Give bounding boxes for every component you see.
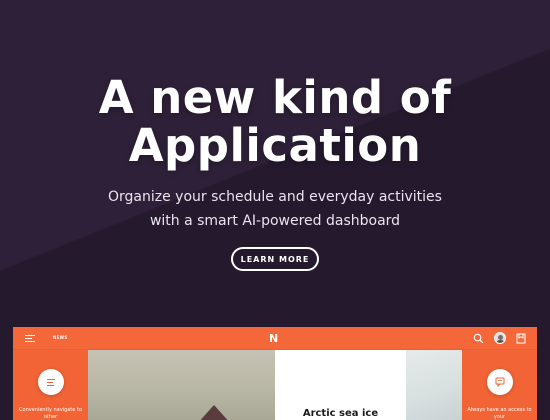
app-preview: NEWS N Conveniently navigate to other Ar…	[13, 327, 537, 420]
chat-button[interactable]	[487, 369, 513, 395]
hero-title-line1: A new kind of	[98, 71, 452, 124]
left-panel: Conveniently navigate to other	[13, 350, 88, 420]
article-card[interactable]: Arctic sea ice	[275, 350, 406, 420]
left-panel-text: Conveniently navigate to other	[19, 407, 82, 420]
list-button[interactable]	[38, 369, 64, 395]
hero-title-line2: Application	[128, 119, 422, 172]
right-panel: Always have an access to your	[462, 350, 537, 420]
article-card-title: Arctic sea ice	[302, 408, 379, 419]
hero-title: A new kind of Application	[0, 74, 550, 170]
bookmark-icon[interactable]	[516, 333, 526, 344]
right-panel-text: Always have an access to your	[467, 407, 532, 420]
avatar[interactable]	[494, 332, 506, 344]
menu-icon[interactable]	[25, 335, 35, 343]
ice-photo-card[interactable]	[406, 350, 462, 420]
mountain-photo-card[interactable]	[88, 350, 275, 420]
search-icon[interactable]	[473, 333, 484, 344]
hero-subtitle: Organize your schedule and everyday acti…	[108, 189, 442, 229]
chat-icon	[495, 377, 505, 387]
list-icon	[47, 378, 55, 386]
mountain-peak-image	[196, 405, 232, 420]
app-logo: N	[269, 332, 279, 345]
nav-news-label[interactable]: NEWS	[53, 335, 68, 340]
learn-more-button[interactable]: LEARN MORE	[231, 247, 319, 271]
app-topbar: NEWS N	[13, 327, 537, 350]
